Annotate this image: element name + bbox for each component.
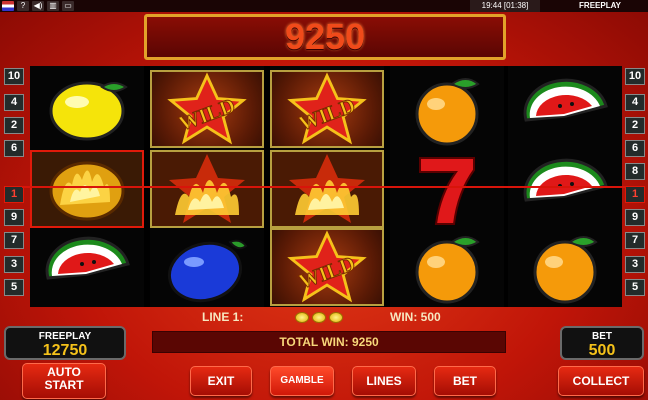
freeplay-value: 12750 xyxy=(42,342,88,359)
orange-symbol xyxy=(508,228,622,306)
line-number[interactable]: 3 xyxy=(625,256,645,273)
wild-symbol: WILD xyxy=(150,70,264,148)
wild-burning-symbol xyxy=(150,150,264,228)
bet-value: 500 xyxy=(588,342,616,359)
line-number[interactable]: 7 xyxy=(625,232,645,249)
gamble-button[interactable]: GAMBLE xyxy=(270,366,334,396)
line-number[interactable]: 4 xyxy=(625,94,645,111)
settings-icon[interactable]: ▥ xyxy=(47,1,59,11)
coin-icon xyxy=(312,312,326,323)
autostart-button[interactable]: AUTO START xyxy=(22,363,106,399)
bet-button[interactable]: BET xyxy=(434,366,496,396)
total-win: TOTAL WIN: 9250 xyxy=(152,331,506,353)
wild-symbol: WILD xyxy=(270,70,384,148)
fullscreen-icon[interactable]: ▭ xyxy=(62,1,74,11)
line-number[interactable]: 7 xyxy=(4,232,24,249)
clock: 19:44 [01:38] xyxy=(470,0,540,12)
freeplay-panel: FREEPLAY 12750 xyxy=(4,326,126,360)
sound-icon[interactable]: ◀) xyxy=(32,1,44,11)
line-number[interactable]: 2 xyxy=(625,117,645,134)
line-number[interactable]: 10 xyxy=(625,68,645,85)
line-info: LINE 1: WIN: 500 xyxy=(150,308,510,326)
freeplay-label: FREEPLAY xyxy=(38,331,92,342)
bet-panel: BET 500 xyxy=(560,326,644,360)
line-win: WIN: 500 xyxy=(390,310,441,324)
line-number-active[interactable]: 1 xyxy=(4,186,24,203)
help-icon[interactable]: ? xyxy=(17,1,29,11)
plum-symbol xyxy=(150,228,264,306)
line-number[interactable]: 10 xyxy=(4,68,24,85)
autostart-label-2: START xyxy=(44,378,84,392)
status-bar: ? ◀) ▥ ▭ 19:44 [01:38] FREEPLAY xyxy=(0,0,648,12)
watermelon-symbol xyxy=(30,228,144,306)
line-number[interactable]: 4 xyxy=(4,94,24,111)
win-amount: 9250 xyxy=(284,16,366,57)
lemon-burning-symbol xyxy=(30,150,144,228)
coin-icon xyxy=(295,312,309,323)
payline-1 xyxy=(22,186,626,188)
line-number[interactable]: 9 xyxy=(4,209,24,226)
wild-symbol: WILD xyxy=(270,228,384,306)
seven-symbol xyxy=(390,150,504,228)
watermelon-symbol xyxy=(508,150,622,228)
line-number[interactable]: 6 xyxy=(625,140,645,157)
line-number[interactable]: 5 xyxy=(4,279,24,296)
line-number[interactable]: 9 xyxy=(625,209,645,226)
bet-label: BET xyxy=(592,331,612,342)
flag-icon[interactable] xyxy=(2,1,14,11)
line-number[interactable]: 6 xyxy=(4,140,24,157)
mode-label: FREEPLAY xyxy=(579,1,621,10)
coin-icons xyxy=(295,312,346,326)
watermelon-symbol xyxy=(508,70,622,148)
line-number[interactable]: 2 xyxy=(4,117,24,134)
collect-button[interactable]: COLLECT xyxy=(558,366,644,396)
line-number[interactable]: 5 xyxy=(625,279,645,296)
orange-symbol xyxy=(390,228,504,306)
orange-symbol xyxy=(390,70,504,148)
lines-button[interactable]: LINES xyxy=(352,366,416,396)
lemon-symbol xyxy=(30,70,144,148)
line-label: LINE 1: xyxy=(202,310,244,324)
exit-button[interactable]: EXIT xyxy=(190,366,252,396)
line-number-active[interactable]: 1 xyxy=(625,186,645,203)
coin-icon xyxy=(329,312,343,323)
wild-burning-symbol xyxy=(270,150,384,228)
line-number[interactable]: 8 xyxy=(625,163,645,180)
win-display: 9250 xyxy=(144,14,506,60)
line-number[interactable]: 3 xyxy=(4,256,24,273)
